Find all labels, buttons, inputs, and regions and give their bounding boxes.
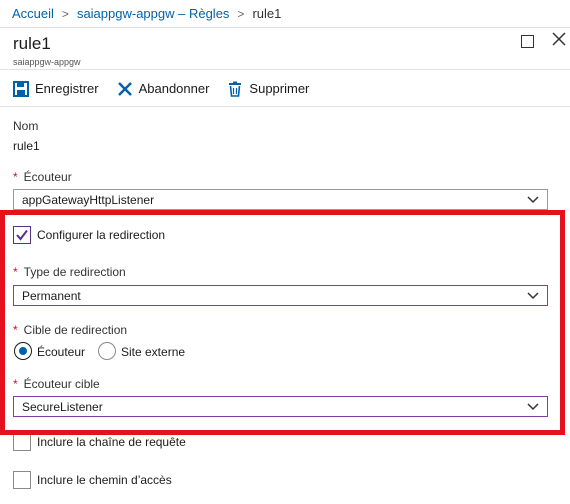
redirect-type-label: * Type de redirection	[13, 265, 126, 279]
listener-label-text: Écouteur	[23, 170, 72, 184]
redirect-type-label-text: Type de redirection	[23, 265, 126, 279]
maximize-icon[interactable]	[521, 35, 534, 48]
include-query-checkbox[interactable]	[13, 433, 31, 451]
save-button[interactable]: Enregistrer	[13, 80, 99, 97]
redirect-target-label-text: Cible de redirection	[23, 323, 128, 337]
listener-select-value: appGatewayHttpListener	[22, 192, 155, 207]
breadcrumb-home-link[interactable]: Accueil	[12, 6, 54, 21]
delete-button[interactable]: Supprimer	[227, 81, 309, 97]
configure-redirect-label: Configurer la redirection	[37, 228, 166, 242]
include-path-label: Inclure le chemin d’accès	[37, 473, 172, 487]
page-title: rule1	[13, 34, 51, 53]
breadcrumb-rules-link[interactable]: saiappgw-appgw – Règles	[77, 6, 229, 21]
chevron-down-icon	[527, 292, 539, 300]
name-value: rule1	[13, 139, 40, 153]
breadcrumb-separator: >	[237, 6, 245, 21]
radio-listener[interactable]	[14, 342, 32, 360]
breadcrumb: Accueil > saiappgw-appgw – Règles > rule…	[0, 0, 570, 28]
redirect-type-value: Permanent	[22, 288, 81, 303]
radio-external-site[interactable]	[98, 342, 116, 360]
listener-select[interactable]: appGatewayHttpListener	[13, 189, 548, 210]
target-listener-label-text: Écouteur cible	[23, 377, 100, 391]
required-marker: *	[13, 323, 18, 337]
breadcrumb-current: rule1	[252, 6, 282, 21]
delete-label: Supprimer	[249, 81, 310, 96]
target-listener-label: * Écouteur cible	[13, 377, 100, 391]
discard-button[interactable]: Abandonner	[117, 81, 210, 97]
include-query-label: Inclure la chaîne de requête	[37, 435, 186, 449]
close-icon[interactable]	[551, 31, 567, 47]
required-marker: *	[13, 377, 18, 391]
chevron-down-icon	[527, 196, 539, 204]
required-marker: *	[13, 170, 18, 184]
name-label: Nom	[13, 119, 39, 133]
include-path-checkbox[interactable]	[13, 471, 31, 489]
save-label: Enregistrer	[35, 81, 99, 96]
configure-redirect-checkbox[interactable]	[13, 226, 31, 244]
target-listener-value: SecureListener	[22, 399, 103, 414]
save-icon	[13, 80, 29, 97]
redirect-type-select[interactable]: Permanent	[13, 285, 548, 306]
discard-label: Abandonner	[138, 81, 210, 96]
discard-icon	[117, 81, 132, 96]
chevron-down-icon	[527, 403, 539, 411]
checkmark-icon	[16, 229, 28, 241]
breadcrumb-separator: >	[61, 6, 69, 21]
radio-external-site-label: Site externe	[121, 345, 186, 359]
radio-listener-label: Écouteur	[37, 345, 86, 359]
required-marker: *	[13, 265, 18, 279]
redirect-target-label: * Cible de redirection	[13, 323, 127, 337]
command-bar: Enregistrer Abandonner Supprimer	[0, 71, 570, 107]
page-subtitle: saiappgw-appgw	[13, 57, 81, 67]
listener-label: * Écouteur	[13, 170, 72, 184]
target-listener-select[interactable]: SecureListener	[13, 396, 548, 417]
trash-icon	[229, 81, 242, 97]
blade-header: rule1 saiappgw-appgw	[0, 28, 570, 70]
